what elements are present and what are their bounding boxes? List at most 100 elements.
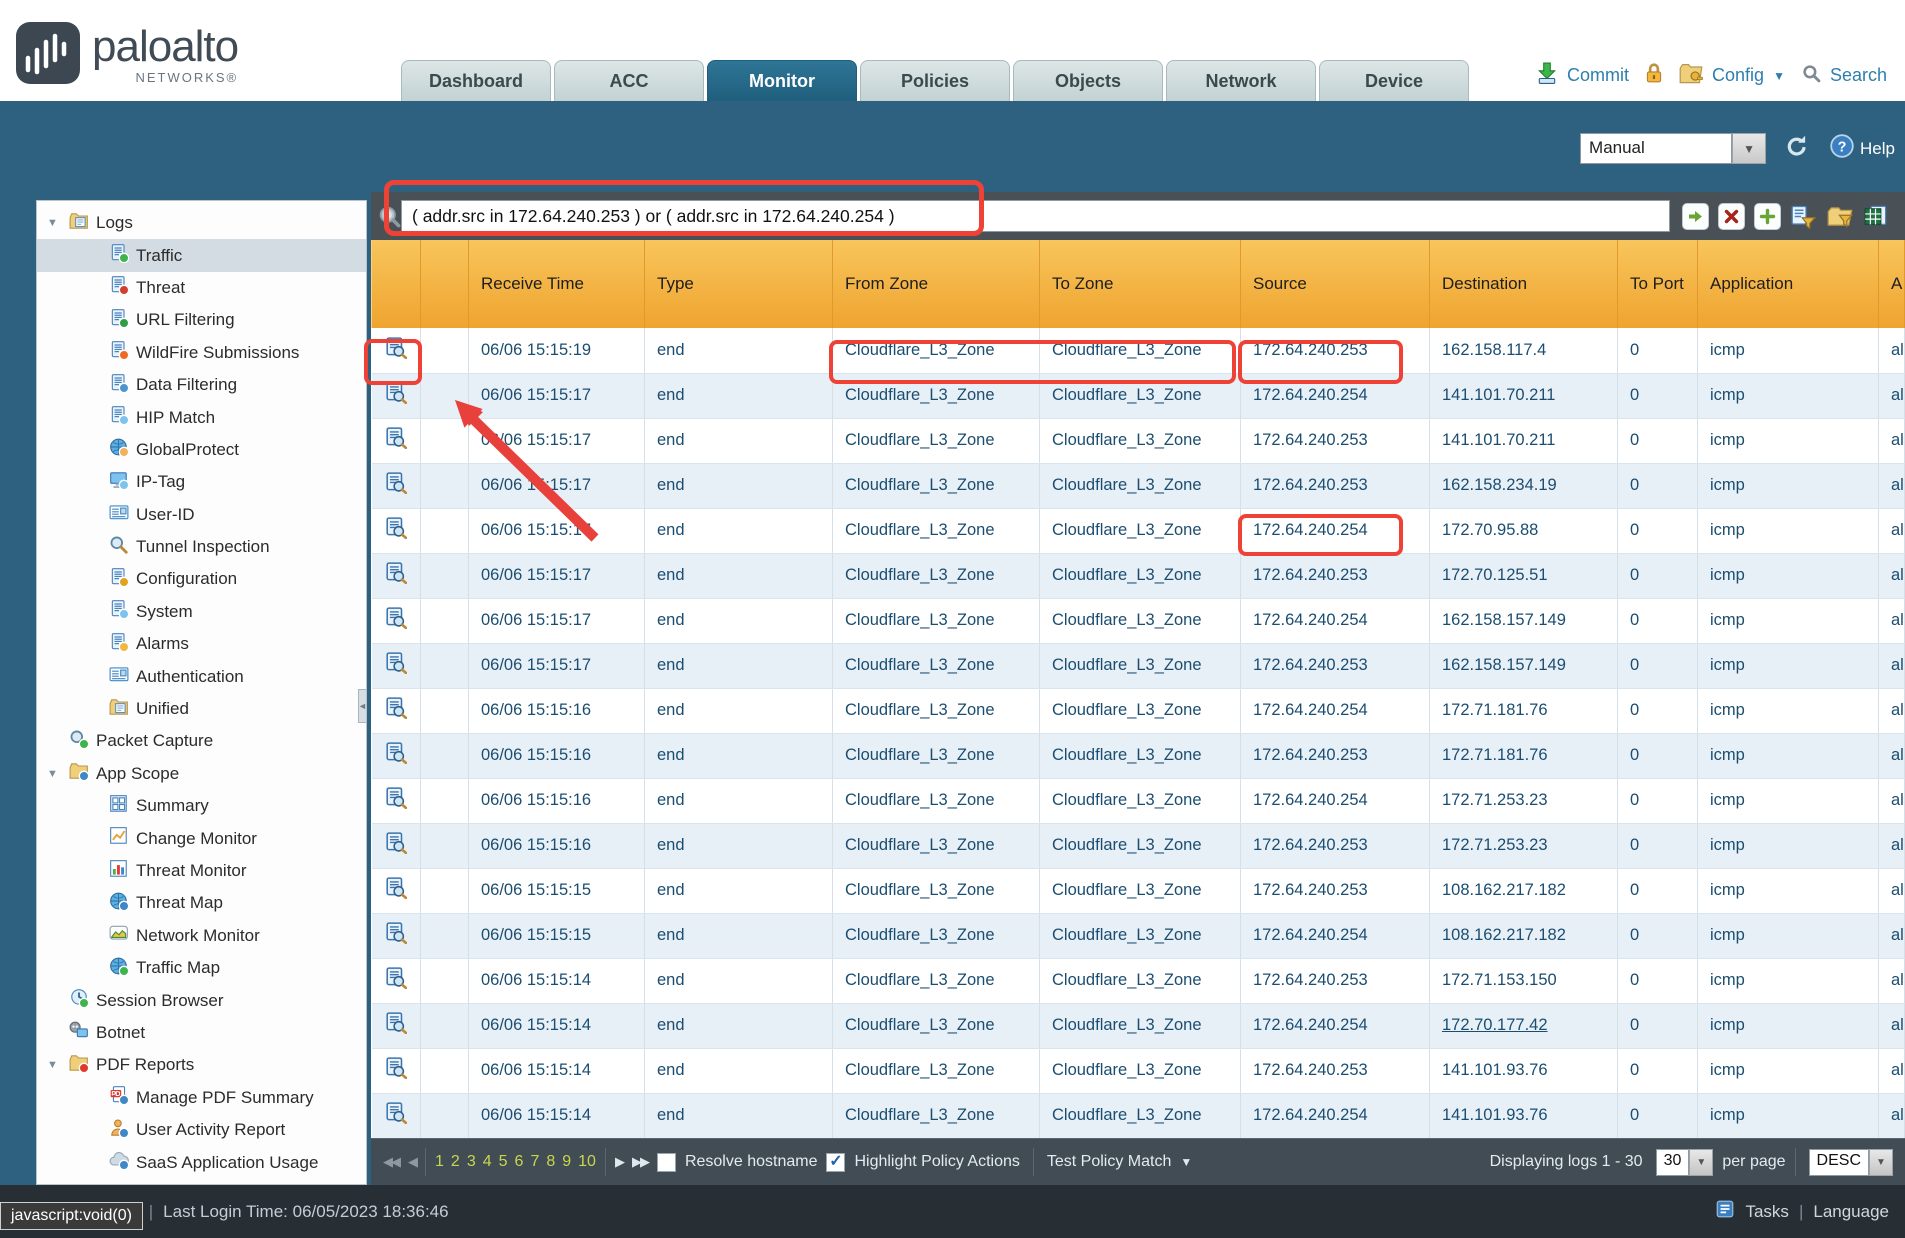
export-csv-button[interactable]: [1862, 203, 1889, 230]
page-link-6[interactable]: 6: [515, 1153, 524, 1171]
search-button[interactable]: Search: [1830, 65, 1887, 86]
sidebar-item-url-filtering[interactable]: URL Filtering: [37, 304, 366, 336]
tasks-button[interactable]: Tasks: [1745, 1202, 1788, 1222]
log-detail-icon[interactable]: [385, 517, 407, 544]
sidebar-item-pdf-reports[interactable]: ▼PDF Reports: [37, 1049, 366, 1081]
sidebar-item-ip-tag[interactable]: IP-Tag: [37, 466, 366, 498]
sidebar-item-threat[interactable]: Threat: [37, 272, 366, 304]
sidebar-item-packet-capture[interactable]: Packet Capture: [37, 725, 366, 757]
page-link-9[interactable]: 9: [562, 1153, 571, 1171]
tab-acc[interactable]: ACC: [554, 60, 704, 101]
col-type[interactable]: Type: [645, 240, 833, 328]
expander-icon[interactable]: ▼: [47, 217, 69, 229]
sort-order-select[interactable]: DESC ▼: [1809, 1149, 1893, 1176]
test-policy-caret-icon[interactable]: ▼: [1180, 1155, 1192, 1169]
tab-monitor[interactable]: Monitor: [707, 60, 857, 101]
refresh-icon[interactable]: [1784, 133, 1810, 164]
col-application[interactable]: Application: [1698, 240, 1879, 328]
sidebar-collapse-handle[interactable]: ◄: [358, 689, 367, 723]
col-destination[interactable]: Destination: [1430, 240, 1618, 328]
tab-device[interactable]: Device: [1319, 60, 1469, 101]
sidebar-item-hip-match[interactable]: HIP Match: [37, 401, 366, 433]
help-icon[interactable]: ?: [1830, 134, 1854, 163]
log-detail-icon[interactable]: [385, 1102, 407, 1129]
sidebar-item-app-scope[interactable]: ▼App Scope: [37, 758, 366, 790]
sort-order-dropdown-icon[interactable]: ▼: [1869, 1149, 1893, 1176]
log-detail-icon[interactable]: [385, 652, 407, 679]
sidebar-item-user-id[interactable]: User-ID: [37, 499, 366, 531]
col-to-port[interactable]: To Port: [1618, 240, 1698, 328]
sidebar-item-traffic-map[interactable]: Traffic Map: [37, 952, 366, 984]
log-detail-icon[interactable]: [385, 922, 407, 949]
log-detail-icon[interactable]: [385, 877, 407, 904]
sidebar-item-user-activity-report[interactable]: User Activity Report: [37, 1114, 366, 1146]
col-source[interactable]: Source: [1241, 240, 1430, 328]
sidebar-item-tunnel-inspection[interactable]: Tunnel Inspection: [37, 531, 366, 563]
log-detail-icon[interactable]: [385, 787, 407, 814]
page-link-5[interactable]: 5: [499, 1153, 508, 1171]
col-action[interactable]: A: [1879, 240, 1905, 328]
commit-button[interactable]: Commit: [1567, 65, 1629, 86]
apply-filter-button[interactable]: [1682, 203, 1709, 230]
prev-page-icon[interactable]: ◀: [408, 1154, 416, 1170]
sidebar-item-wildfire-submissions[interactable]: WildFire Submissions: [37, 337, 366, 369]
highlight-policy-checkbox[interactable]: ✓: [826, 1153, 845, 1172]
sidebar-item-logs[interactable]: ▼Logs: [37, 207, 366, 239]
col-from-zone[interactable]: From Zone: [833, 240, 1040, 328]
sidebar-item-globalprotect[interactable]: GlobalProtect: [37, 434, 366, 466]
filter-builder-button[interactable]: [1790, 203, 1817, 230]
sidebar-item-threat-map[interactable]: Threat Map: [37, 887, 366, 919]
lock-icon[interactable]: [1644, 62, 1664, 89]
cell-destination[interactable]: 172.70.177.42: [1430, 1003, 1618, 1048]
sidebar-item-manage-pdf-summary[interactable]: Manage PDF Summary: [37, 1082, 366, 1114]
log-detail-icon[interactable]: [385, 742, 407, 769]
sidebar-item-unified[interactable]: Unified: [37, 693, 366, 725]
log-detail-icon[interactable]: [385, 697, 407, 724]
per-page-select[interactable]: 30 ▼: [1656, 1149, 1714, 1176]
sidebar-item-traffic[interactable]: Traffic: [37, 239, 366, 271]
sidebar-item-summary[interactable]: Summary: [37, 790, 366, 822]
config-menu[interactable]: Config: [1712, 65, 1764, 86]
clear-filter-button[interactable]: [1718, 203, 1745, 230]
log-detail-icon[interactable]: [385, 427, 407, 454]
add-filter-button[interactable]: [1754, 203, 1781, 230]
col-to-zone[interactable]: To Zone: [1040, 240, 1241, 328]
first-page-icon[interactable]: ◀◀: [383, 1154, 399, 1170]
log-detail-icon[interactable]: [385, 382, 407, 409]
page-link-2[interactable]: 2: [451, 1153, 460, 1171]
sidebar-item-saas-application-usage[interactable]: SaaS Application Usage: [37, 1146, 366, 1178]
expander-icon[interactable]: ▼: [47, 768, 69, 780]
tab-dashboard[interactable]: Dashboard: [401, 60, 551, 101]
tab-policies[interactable]: Policies: [860, 60, 1010, 101]
sidebar-item-system[interactable]: System: [37, 596, 366, 628]
sidebar-item-data-filtering[interactable]: Data Filtering: [37, 369, 366, 401]
sidebar-item-alarms[interactable]: Alarms: [37, 628, 366, 660]
help-label[interactable]: Help: [1860, 139, 1895, 159]
refresh-mode-dropdown-icon[interactable]: ▼: [1732, 133, 1766, 164]
per-page-dropdown-icon[interactable]: ▼: [1689, 1149, 1713, 1176]
expander-icon[interactable]: ▼: [47, 1059, 69, 1071]
sidebar-item-authentication[interactable]: Authentication: [37, 660, 366, 692]
page-link-7[interactable]: 7: [530, 1153, 539, 1171]
sidebar-item-network-monitor[interactable]: Network Monitor: [37, 920, 366, 952]
log-detail-icon[interactable]: [385, 607, 407, 634]
load-filter-button[interactable]: [1826, 203, 1853, 230]
sidebar-item-configuration[interactable]: Configuration: [37, 563, 366, 595]
sidebar-item-session-browser[interactable]: Session Browser: [37, 984, 366, 1016]
page-link-10[interactable]: 10: [578, 1153, 596, 1171]
sidebar-item-change-monitor[interactable]: Change Monitor: [37, 822, 366, 854]
log-detail-icon[interactable]: [385, 562, 407, 589]
page-link-1[interactable]: 1: [435, 1153, 444, 1171]
log-detail-icon[interactable]: [385, 967, 407, 994]
log-filter-input[interactable]: [401, 200, 1670, 232]
language-button[interactable]: Language: [1813, 1202, 1889, 1222]
page-link-3[interactable]: 3: [467, 1153, 476, 1171]
page-link-4[interactable]: 4: [483, 1153, 492, 1171]
last-page-icon[interactable]: ▶▶: [632, 1154, 648, 1170]
log-detail-icon[interactable]: [385, 472, 407, 499]
log-detail-icon[interactable]: [385, 337, 407, 364]
page-link-8[interactable]: 8: [546, 1153, 555, 1171]
log-detail-icon[interactable]: [385, 1012, 407, 1039]
sidebar-item-botnet[interactable]: Botnet: [37, 1017, 366, 1049]
config-caret-icon[interactable]: ▼: [1773, 69, 1785, 83]
